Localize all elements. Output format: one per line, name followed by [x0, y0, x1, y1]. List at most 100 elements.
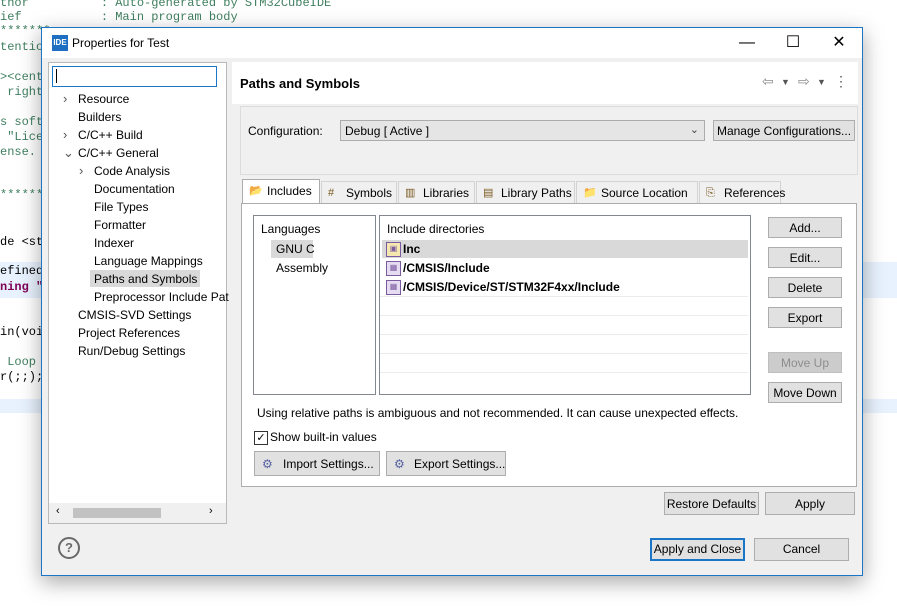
tree-item-documentation[interactable]: Documentation	[94, 182, 175, 196]
tree-item-preprocessor-include-pat[interactable]: Preprocessor Include Pat	[94, 290, 229, 304]
minimize-button[interactable]: —	[724, 28, 770, 58]
page-header: Paths and Symbols ⇦ ▼ ⇨ ▼ ⋮	[232, 62, 858, 104]
move-up-button[interactable]: Move Up	[768, 352, 842, 373]
tree-item-project-references[interactable]: Project References	[78, 326, 180, 340]
export-settings-label: Export Settings...	[414, 457, 506, 471]
row-divider	[380, 296, 748, 297]
tree-item-resource[interactable]: Resource	[78, 92, 129, 106]
include-header: Include directories	[387, 222, 485, 236]
tree-item-c-c-general[interactable]: C/C++ General	[78, 146, 159, 160]
edit-button[interactable]: Edit...	[768, 247, 842, 268]
code-line: tentio	[0, 40, 44, 54]
move-down-button[interactable]: Move Down	[768, 382, 842, 403]
code-line: r(;;);	[0, 370, 44, 384]
collapse-arrow-icon[interactable]: ⌄	[63, 145, 74, 161]
tab-label: Symbols	[346, 186, 393, 200]
code-line: thor : Auto-generated by STM32CubeIDE	[0, 0, 332, 10]
code-line: "Lice	[0, 130, 44, 144]
import-settings-button[interactable]: ⚙ Import Settings...	[254, 451, 380, 476]
close-button[interactable]: ✕	[816, 28, 862, 58]
tree-item-paths-and-symbols[interactable]: Paths and Symbols	[94, 272, 197, 286]
cancel-button[interactable]: Cancel	[754, 538, 849, 561]
row-divider	[380, 334, 748, 335]
code-line: ief : Main program body	[0, 10, 238, 24]
tab-library-paths[interactable]: ▤ Library Paths	[476, 181, 575, 203]
view-menu-icon[interactable]: ⋮	[834, 73, 848, 90]
export-settings-button[interactable]: ⚙ Export Settings...	[386, 451, 506, 476]
tab-libraries[interactable]: ▥ Libraries	[398, 181, 475, 203]
ide-app-icon: IDE	[52, 35, 68, 51]
dialog-title: Properties for Test	[72, 36, 170, 50]
help-icon[interactable]: ?	[58, 537, 80, 559]
configuration-select[interactable]: Debug [ Active ] ⌄	[340, 120, 705, 141]
code-line: s soft	[0, 115, 44, 129]
add-button[interactable]: Add...	[768, 217, 842, 238]
include-folder-icon: ▣	[386, 242, 401, 257]
library-paths-icon: ▤	[483, 187, 494, 199]
row-divider	[380, 315, 748, 316]
tab-source-location[interactable]: 📁 Source Location	[576, 181, 698, 203]
tree-item-builders[interactable]: Builders	[78, 110, 121, 124]
maximize-button[interactable]: ☐	[770, 28, 816, 58]
forward-icon[interactable]: ⇨	[798, 73, 810, 90]
tree-item-code-analysis[interactable]: Code Analysis	[94, 164, 170, 178]
configuration-value: Debug [ Active ]	[345, 124, 430, 138]
includes-tab-panel: Languages GNU C Assembly Include directo…	[241, 203, 857, 487]
includes-icon: 📂	[249, 185, 263, 197]
export-button[interactable]: Export	[768, 307, 842, 328]
back-icon[interactable]: ⇦	[762, 73, 774, 90]
properties-nav-tree: › Resource Builders › C/C++ Build ⌄ C/C++ Gene…	[48, 62, 229, 524]
tab-symbols[interactable]: # Symbols	[321, 181, 397, 203]
dialog-footer: ? Apply and Close Cancel	[42, 525, 862, 575]
show-builtin-label[interactable]: Show built-in values	[270, 430, 377, 444]
back-menu-icon[interactable]: ▼	[781, 77, 790, 87]
configuration-label: Configuration:	[248, 124, 323, 138]
tree-item-run-debug-settings[interactable]: Run/Debug Settings	[78, 344, 185, 358]
scrollbar-thumb[interactable]	[73, 508, 161, 518]
expand-arrow-icon[interactable]: ›	[63, 127, 67, 142]
apply-and-close-button[interactable]: Apply and Close	[650, 538, 745, 561]
apply-button[interactable]: Apply	[765, 492, 855, 515]
code-line: Loop	[0, 355, 37, 369]
scroll-left-icon[interactable]: ‹	[56, 505, 60, 517]
code-line: efined	[0, 264, 44, 278]
include-path-item[interactable]: /CMSIS/Include	[403, 261, 490, 275]
row-divider	[380, 372, 748, 373]
include-path-item[interactable]: /CMSIS/Device/ST/STM32F4xx/Include	[403, 280, 620, 294]
tab-references[interactable]: ⎘ References	[699, 181, 785, 203]
delete-button[interactable]: Delete	[768, 277, 842, 298]
tree-item-c-c-build[interactable]: C/C++ Build	[78, 128, 143, 142]
expand-arrow-icon[interactable]: ›	[63, 91, 67, 106]
tree-item-file-types[interactable]: File Types	[94, 200, 148, 214]
row-divider	[380, 353, 748, 354]
code-line: ><cent	[0, 70, 44, 84]
code-line: ense.	[0, 145, 37, 159]
scroll-right-icon[interactable]: ›	[209, 505, 213, 517]
expand-arrow-icon[interactable]: ›	[79, 163, 83, 178]
tab-label: Library Paths	[501, 186, 572, 200]
code-line: right	[0, 85, 44, 99]
restore-defaults-button[interactable]: Restore Defaults	[664, 492, 759, 515]
tab-label: Includes	[267, 184, 312, 198]
tab-includes[interactable]: 📂 Includes	[242, 179, 320, 203]
manage-configurations-button[interactable]: Manage Configurations...	[713, 120, 855, 141]
code-line: in(voi	[0, 325, 44, 339]
page-body: Configuration: Debug [ Active ] ⌄ Manage…	[232, 106, 858, 524]
libraries-icon: ▥	[405, 187, 416, 199]
tree-item-cmsis-svd-settings[interactable]: CMSIS-SVD Settings	[78, 308, 191, 322]
include-workspace-icon: ▦	[386, 280, 401, 295]
include-path-item[interactable]: Inc	[403, 242, 420, 256]
horizontal-scrollbar[interactable]: ‹ ›	[49, 503, 226, 523]
forward-menu-icon[interactable]: ▼	[817, 77, 826, 87]
tab-label: Source Location	[601, 186, 688, 200]
language-item-gnu-c[interactable]: GNU C	[276, 242, 315, 256]
languages-header: Languages	[261, 222, 321, 236]
tree-item-formatter[interactable]: Formatter	[94, 218, 146, 232]
text-cursor	[56, 69, 57, 83]
language-item-assembly[interactable]: Assembly	[276, 261, 328, 275]
tree-item-language-mappings[interactable]: Language Mappings	[94, 254, 203, 268]
folder-icon: 📁	[583, 187, 597, 199]
show-builtin-checkbox[interactable]: ✓	[254, 431, 268, 445]
tree-item-indexer[interactable]: Indexer	[94, 236, 134, 250]
filter-input[interactable]	[52, 66, 217, 87]
